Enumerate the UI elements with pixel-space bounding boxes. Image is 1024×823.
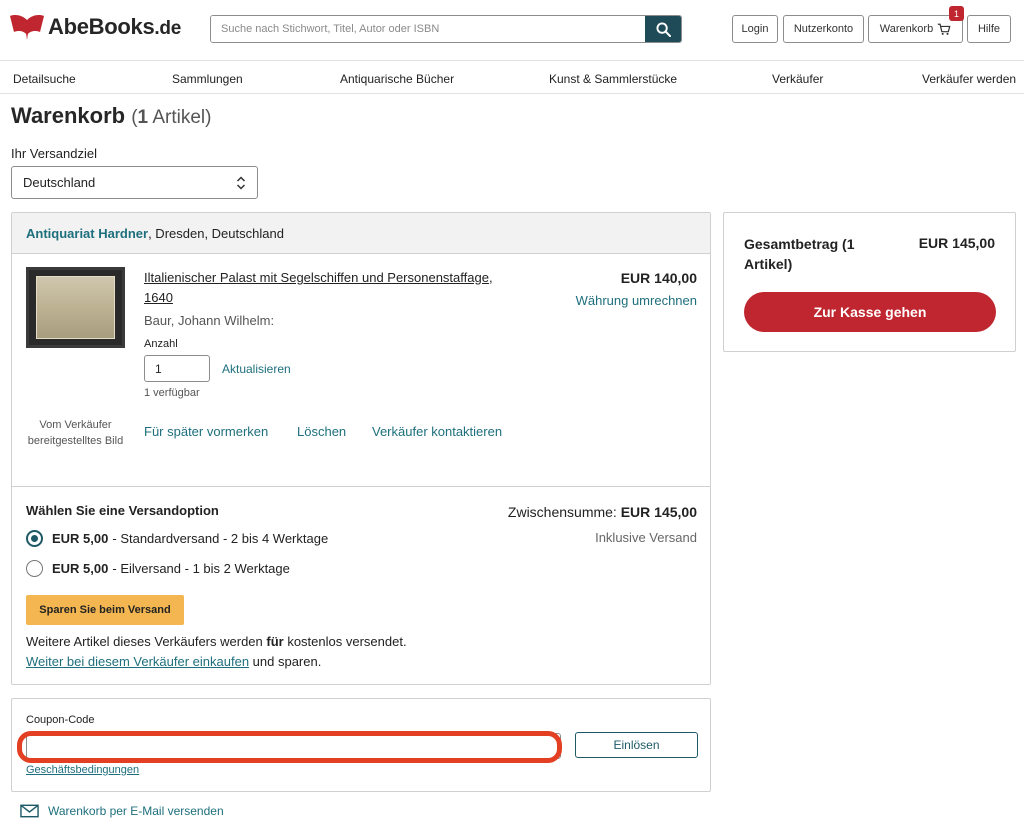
shipping-option-desc: - Eilversand - 1 bis 2 Werktage xyxy=(112,560,290,576)
login-button[interactable]: Login xyxy=(732,15,778,43)
item-price: EUR 140,00 xyxy=(620,270,697,286)
cart-item-box: Antiquariat Hardner, Dresden, Deutschlan… xyxy=(11,212,711,685)
envelope-icon xyxy=(20,804,39,818)
radio-unselected-icon[interactable] xyxy=(26,559,43,577)
search-icon xyxy=(655,21,671,37)
search-button[interactable] xyxy=(645,16,681,42)
save-for-later-link[interactable]: Für später vormerken xyxy=(144,424,268,439)
image-caption: Vom Verkäufer bereitgestelltes Bild xyxy=(27,419,124,447)
abebooks-logo[interactable]: AbeBooks.de xyxy=(10,12,181,42)
book-logo-icon xyxy=(10,15,44,40)
page-title: Warenkorb (1 Artikel) xyxy=(11,103,211,129)
order-summary: Gesamtbetrag (1 Artikel) EUR 145,00 Zur … xyxy=(723,212,1016,352)
nav-item-verkaeufer[interactable]: Verkäufer xyxy=(772,72,823,86)
radio-selected-icon[interactable] xyxy=(26,529,43,547)
item-count: (1 Artikel) xyxy=(131,107,212,128)
item-image[interactable] xyxy=(26,267,125,348)
continue-shopping-seller-link[interactable]: Weiter bei diesem Verkäufer einkaufen xyxy=(26,654,249,669)
shipping-option-price: EUR 5,00 xyxy=(52,560,109,576)
subtotal: Zwischensumme: EUR 145,00 xyxy=(508,504,697,520)
cart-count-badge: 1 xyxy=(949,6,964,21)
shipping-options-heading: Wählen Sie eine Versandoption xyxy=(26,503,219,518)
cart-icon xyxy=(938,23,951,35)
subtotal-value: EUR 145,00 xyxy=(620,504,697,520)
email-cart-label: Warenkorb per E-Mail versenden xyxy=(48,804,224,818)
subtotal-label: Zwischensumme: xyxy=(507,504,617,520)
more-items-text: Weitere Artikel dieses Verkäufers werden… xyxy=(26,634,407,649)
convert-currency-link[interactable]: Währung umrechnen xyxy=(576,293,697,308)
page-title-text: Warenkorb xyxy=(11,103,126,128)
seller-location: , Dresden, Deutschland xyxy=(148,226,284,241)
select-arrows-icon xyxy=(236,175,246,190)
main-nav: Detailsuche Sammlungen Antiquarische Büc… xyxy=(0,60,1024,94)
item-author: Baur, Johann Wilhelm: xyxy=(144,313,275,328)
account-button[interactable]: Nutzerkonto xyxy=(783,15,864,43)
shipping-option-price: EUR 5,00 xyxy=(52,530,109,546)
header: AbeBooks.de Login Nutzerkonto Warenkorb … xyxy=(0,0,1024,60)
nav-item-sammlungen[interactable]: Sammlungen xyxy=(172,72,243,86)
shipping-option-desc: - Standardversand - 2 bis 4 Werktage xyxy=(112,530,329,546)
email-cart-link[interactable]: Warenkorb per E-Mail versenden xyxy=(20,804,224,818)
coupon-box: Coupon-Code Einlösen Geschäftsbedingunge… xyxy=(11,698,711,792)
checkout-button[interactable]: Zur Kasse gehen xyxy=(744,292,996,332)
update-quantity-link[interactable]: Aktualisieren xyxy=(222,362,291,376)
seller-link[interactable]: Antiquariat Hardner xyxy=(26,226,148,241)
item-title-link[interactable]: Iltalienischer Palast mit Segelschiffen … xyxy=(144,268,524,308)
item-count-number: 1 xyxy=(137,107,149,128)
logo-text: AbeBooks xyxy=(48,14,155,39)
redeem-button[interactable]: Einlösen xyxy=(575,732,698,758)
save-on-shipping-button[interactable]: Sparen Sie beim Versand xyxy=(26,595,184,625)
nav-item-verkaeufer-werden[interactable]: Verkäufer werden xyxy=(922,72,1016,86)
total-value: EUR 145,00 xyxy=(918,235,995,251)
continue-shopping-row: Weiter bei diesem Verkäufer einkaufen un… xyxy=(26,654,322,669)
total-label: Gesamtbetrag (1 Artikel) xyxy=(744,236,855,272)
shipping-included-note: Inklusive Versand xyxy=(595,530,697,545)
search-bar xyxy=(210,15,682,43)
nav-item-kunst[interactable]: Kunst & Sammlerstücke xyxy=(549,72,677,86)
search-input[interactable] xyxy=(211,16,645,42)
seller-bar: Antiquariat Hardner, Dresden, Deutschlan… xyxy=(12,213,710,254)
terms-link[interactable]: Geschäftsbedingungen xyxy=(26,764,139,776)
help-button[interactable]: Hilfe xyxy=(967,15,1011,43)
quantity-input[interactable]: 1 xyxy=(144,355,210,382)
divider xyxy=(12,486,710,487)
coupon-label: Coupon-Code xyxy=(26,714,95,726)
shipping-option-standard[interactable]: EUR 5,00 - Standardversand - 2 bis 4 Wer… xyxy=(26,529,328,547)
coupon-code-input[interactable] xyxy=(26,733,561,759)
availability-text: 1 verfügbar xyxy=(144,387,200,399)
shipping-destination-label: Ihr Versandziel xyxy=(11,146,97,161)
cart-label: Warenkorb xyxy=(879,23,934,35)
shipping-option-express[interactable]: EUR 5,00 - Eilversand - 1 bis 2 Werktage xyxy=(26,559,290,577)
country-select[interactable]: Deutschland xyxy=(11,166,258,199)
logo-tld: .de xyxy=(154,18,181,39)
nav-item-antiquarische-buecher[interactable]: Antiquarische Bücher xyxy=(340,72,454,86)
contact-seller-link[interactable]: Verkäufer kontaktieren xyxy=(372,424,502,439)
country-value: Deutschland xyxy=(23,175,96,190)
item-count-word: Artikel xyxy=(152,107,206,128)
quantity-label: Anzahl xyxy=(144,338,178,350)
cart-button[interactable]: Warenkorb 1 xyxy=(868,6,964,43)
delete-link[interactable]: Löschen xyxy=(297,424,346,439)
nav-item-detailsuche[interactable]: Detailsuche xyxy=(13,72,76,86)
